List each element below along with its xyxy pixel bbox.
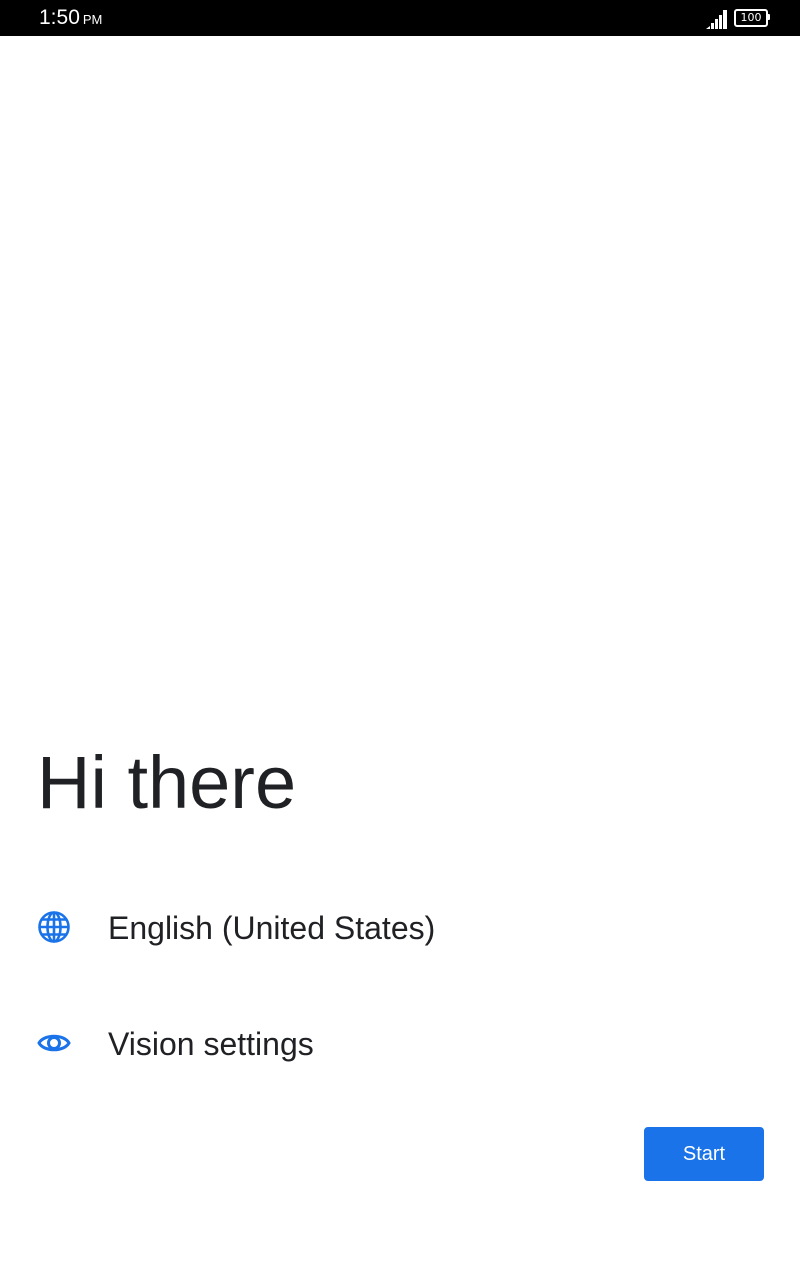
globe-icon: [38, 911, 70, 943]
status-bar: 1:50 PM 100: [0, 0, 800, 36]
eye-icon: [37, 1034, 71, 1052]
language-option[interactable]: English (United States): [0, 883, 800, 973]
battery-tip: [768, 14, 770, 20]
language-label: English (United States): [108, 910, 436, 946]
status-clock: 1:50 PM: [39, 6, 102, 32]
vision-settings-label: Vision settings: [108, 1026, 314, 1062]
signal-icon: [706, 10, 727, 29]
page-title: Hi there: [37, 741, 297, 824]
battery-level: 100: [734, 9, 768, 27]
vision-settings-option[interactable]: Vision settings: [0, 999, 800, 1089]
start-button[interactable]: Start: [644, 1127, 764, 1181]
clock-ampm: PM: [82, 12, 103, 27]
battery-icon: 100: [734, 9, 770, 27]
clock-time: 1:50: [39, 6, 80, 29]
